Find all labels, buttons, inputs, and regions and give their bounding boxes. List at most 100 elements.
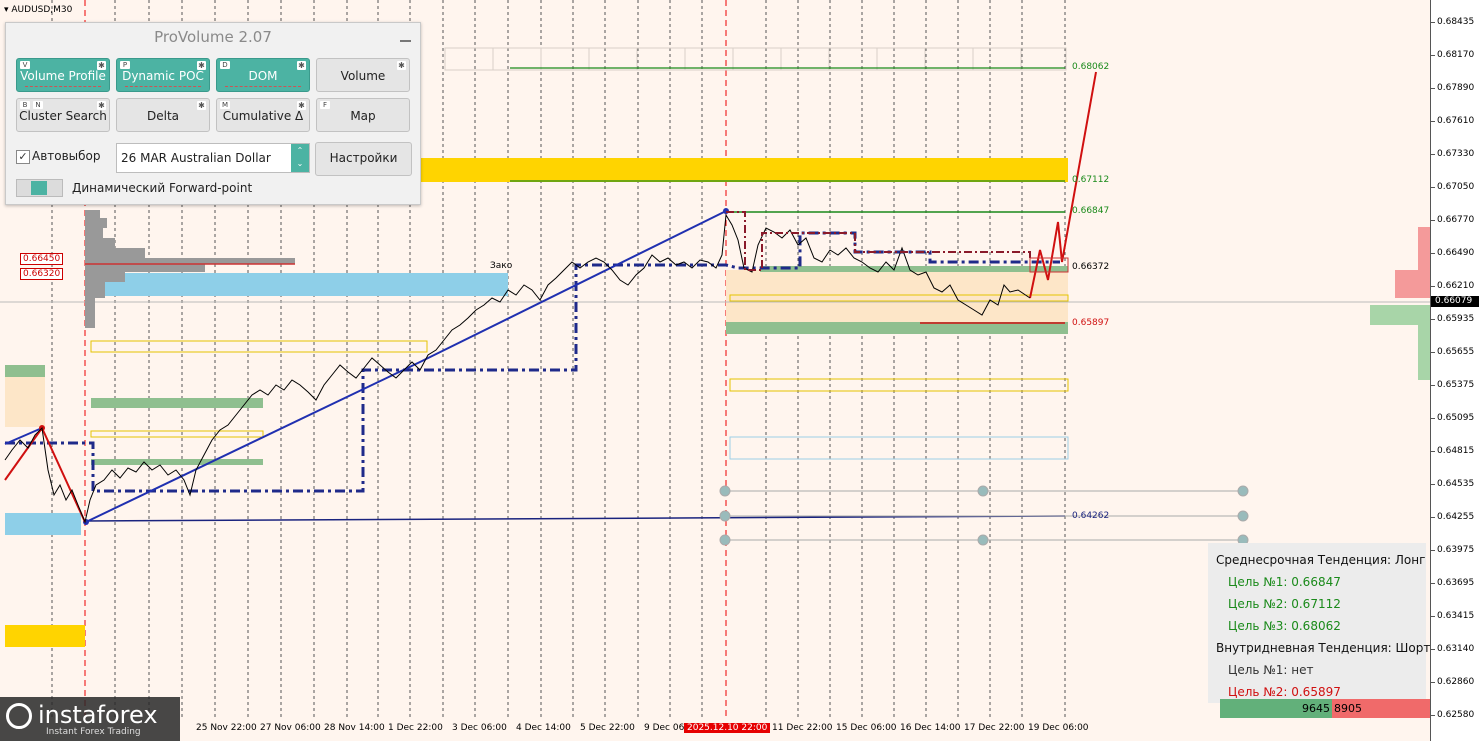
supply-zone-yellow bbox=[420, 158, 1068, 182]
price-tick: 0.64535 bbox=[1430, 479, 1475, 489]
date-tick: 28 Nov 14:00 bbox=[324, 723, 385, 733]
level-label-65897: 0.65897 bbox=[1072, 318, 1110, 328]
price-chart[interactable]: ▾ AUDUSD,M30 0.68062 0.67112 0.66847 0.6… bbox=[0, 0, 1430, 741]
button-label: Map bbox=[350, 109, 376, 123]
gear-icon[interactable]: ✱ bbox=[297, 101, 306, 110]
minimize-icon[interactable] bbox=[400, 31, 412, 43]
chevron-updown-icon[interactable]: ⌃ ⌄ bbox=[291, 144, 309, 172]
dynamic-poc-button[interactable]: P ✱ Dynamic POC bbox=[116, 58, 210, 92]
instrument-select[interactable]: 26 MAR Australian Dollar ⌃ ⌄ bbox=[116, 143, 310, 173]
date-tick: 15 Dec 06:00 bbox=[836, 723, 897, 733]
price-tick: 0.66490 bbox=[1430, 248, 1475, 258]
date-tick: 11 Dec 22:00 bbox=[772, 723, 833, 733]
trend-info-panel: Среднесрочная Тенденция: Лонг Цель №1: 0… bbox=[1208, 543, 1430, 703]
zone-green-right bbox=[726, 322, 1068, 334]
mid-target-3: Цель №3: 0.68062 bbox=[1228, 619, 1341, 633]
price-tick: 0.68170 bbox=[1430, 50, 1475, 60]
zone-peach-right bbox=[726, 270, 1068, 322]
auto-select-checkbox[interactable]: ✓ bbox=[16, 150, 30, 164]
date-tick: 17 Dec 22:00 bbox=[964, 723, 1025, 733]
volume-profile-button[interactable]: V ✱ Volume Profile bbox=[16, 58, 110, 92]
price-tick: 0.63975 bbox=[1430, 545, 1475, 555]
hotkey-badge: N bbox=[33, 101, 43, 109]
gear-icon[interactable]: ✱ bbox=[97, 61, 106, 70]
hotkey-badge: F bbox=[320, 101, 330, 109]
logo-tagline: Instant Forex Trading bbox=[46, 727, 141, 737]
auto-select-label: Автовыбор bbox=[32, 149, 101, 163]
hotkey-badge: D bbox=[220, 61, 230, 69]
zone-yellow-left bbox=[5, 625, 85, 647]
level-label-67112: 0.67112 bbox=[1072, 175, 1110, 185]
gear-icon[interactable]: ✱ bbox=[397, 61, 406, 70]
date-tick: 27 Nov 06:00 bbox=[260, 723, 321, 733]
zone-green-left bbox=[5, 365, 45, 377]
symbol-label: ▾ AUDUSD,M30 bbox=[4, 5, 73, 15]
buy-volume-value: 9645 bbox=[1302, 702, 1330, 715]
date-tick: 4 Dec 14:00 bbox=[516, 723, 571, 733]
indicator-dash bbox=[125, 86, 201, 87]
logo-mark-icon bbox=[6, 703, 32, 729]
zone-blue-left bbox=[5, 513, 81, 535]
price-axis[interactable]: 0.68435 0.68170 0.67890 0.67610 0.67330 … bbox=[1430, 0, 1480, 741]
price-tick: 0.65655 bbox=[1430, 347, 1475, 357]
hotkey-badge: P bbox=[120, 61, 130, 69]
delta-button[interactable]: ✱ Delta bbox=[116, 98, 210, 132]
price-tick: 0.64815 bbox=[1430, 446, 1475, 456]
button-label: Dynamic POC bbox=[122, 69, 204, 83]
current-price-marker: 0.66079 bbox=[1431, 296, 1479, 307]
instaforex-logo: instaforex Instant Forex Trading bbox=[0, 697, 180, 741]
dom-bid-profile-2 bbox=[1370, 305, 1430, 325]
volume-button[interactable]: ✱ Volume bbox=[316, 58, 410, 92]
price-tick: 0.62580 bbox=[1430, 710, 1475, 720]
gear-icon[interactable]: ✱ bbox=[97, 101, 106, 110]
date-tick-highlighted: 2025.12.10 22:00 bbox=[684, 723, 771, 733]
button-label: Cumulative Δ bbox=[222, 109, 304, 123]
price-tick: 0.65095 bbox=[1430, 413, 1475, 423]
price-tick: 0.65375 bbox=[1430, 380, 1475, 390]
hotkey-badge: M bbox=[220, 101, 230, 109]
gear-icon[interactable]: ✱ bbox=[297, 61, 306, 70]
price-tick: 0.62860 bbox=[1430, 677, 1475, 687]
gear-icon[interactable]: ✱ bbox=[197, 101, 206, 110]
price-tick: 0.63415 bbox=[1430, 611, 1475, 621]
forward-point-label: Динамический Forward-point bbox=[72, 181, 253, 195]
date-tick: 1 Dec 22:00 bbox=[388, 723, 443, 733]
price-tick: 0.66770 bbox=[1430, 215, 1475, 225]
price-tick: 0.63140 bbox=[1430, 644, 1475, 654]
date-tick: 9 Dec 06: bbox=[644, 723, 688, 733]
indicator-dash bbox=[225, 86, 301, 87]
panel-title: ProVolume 2.07 bbox=[154, 28, 272, 46]
date-tick: 3 Dec 06:00 bbox=[452, 723, 507, 733]
date-tick: 19 Dec 06:00 bbox=[1028, 723, 1089, 733]
level-label-66372: 0.66372 bbox=[1072, 262, 1110, 272]
map-button[interactable]: F Map bbox=[316, 98, 410, 132]
forward-point-toggle[interactable] bbox=[16, 179, 63, 197]
level-label-68062: 0.68062 bbox=[1072, 62, 1110, 72]
price-tick: 0.65935 bbox=[1430, 314, 1475, 324]
price-tick: 0.64255 bbox=[1430, 512, 1475, 522]
dom-button[interactable]: D ✱ DOM bbox=[216, 58, 310, 92]
price-tick: 0.67610 bbox=[1430, 116, 1475, 126]
settings-button[interactable]: Настройки bbox=[315, 142, 412, 176]
blue-outline-grid bbox=[729, 436, 1069, 460]
provolume-panel[interactable]: ProVolume 2.07 V ✱ Volume Profile P ✱ Dy… bbox=[5, 22, 421, 205]
price-tick: 0.67890 bbox=[1430, 83, 1475, 93]
price-tick: 0.68435 bbox=[1430, 17, 1475, 27]
zone-green-mid2 bbox=[91, 459, 263, 465]
level-label-66847: 0.66847 bbox=[1072, 206, 1110, 216]
intra-target-1: Цель №1: нет bbox=[1228, 663, 1314, 677]
gear-icon[interactable]: ✱ bbox=[197, 61, 206, 70]
date-tick: 25 Nov 22:00 bbox=[196, 723, 257, 733]
instrument-value: 26 MAR Australian Dollar bbox=[121, 151, 271, 165]
cluster-search-button[interactable]: B N ✱ Cluster Search bbox=[16, 98, 110, 132]
level-label-64262: 0.64262 bbox=[1072, 511, 1110, 521]
zone-green-mid1 bbox=[91, 398, 263, 408]
chart-note: Зако bbox=[490, 261, 513, 271]
zone-green-right-top bbox=[760, 266, 1068, 272]
dom-ask-profile-2 bbox=[1395, 270, 1430, 298]
mid-target-1: Цель №1: 0.66847 bbox=[1228, 575, 1341, 589]
cumulative-delta-button[interactable]: M ✱ Cumulative Δ bbox=[216, 98, 310, 132]
mid-term-trend: Среднесрочная Тенденция: Лонг bbox=[1216, 553, 1426, 567]
price-tick: 0.66210 bbox=[1430, 281, 1475, 291]
button-label: DOM bbox=[248, 69, 278, 83]
